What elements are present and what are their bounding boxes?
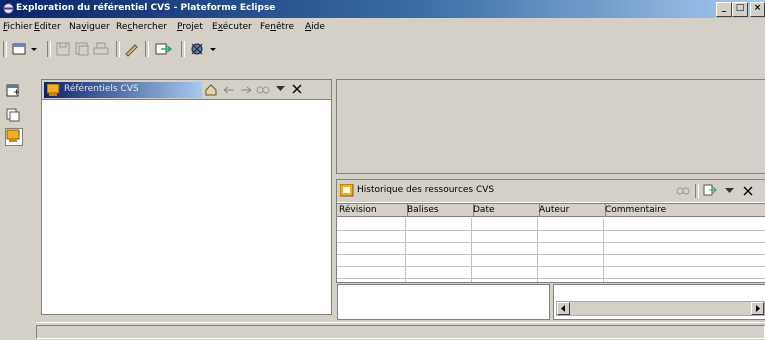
view-menu-button[interactable] <box>276 86 285 92</box>
menu-fenetre[interactable]: Fenêtre <box>260 22 294 32</box>
view-header: Historique des ressources CVS <box>337 180 765 202</box>
menu-naviguer[interactable]: Naviguer <box>69 22 110 32</box>
refresh-button[interactable] <box>703 184 717 197</box>
forward-button[interactable] <box>240 84 252 96</box>
print-icon <box>93 42 109 55</box>
tags-pane[interactable] <box>337 284 550 320</box>
editor-area <box>336 79 765 174</box>
window-title: Exploration du référentiel CVS - Platefo… <box>16 3 276 13</box>
resource-perspective-button[interactable] <box>5 106 21 122</box>
cvs-perspective-button[interactable] <box>5 128 23 146</box>
title-bar[interactable]: Exploration du référentiel CVS - Platefo… <box>0 0 765 18</box>
column-tags[interactable]: Balises <box>405 204 474 217</box>
table-row[interactable] <box>337 278 765 279</box>
menu-aide[interactable]: Aide <box>305 22 325 32</box>
menu-executer[interactable]: Exécuter <box>212 22 252 32</box>
open-perspective-button[interactable] <box>5 83 21 99</box>
column-divider <box>537 218 538 282</box>
perspective-bar <box>0 74 36 340</box>
eclipse-icon <box>3 3 14 14</box>
back-button[interactable] <box>223 84 235 96</box>
save-icon <box>56 42 70 56</box>
main-toolbar <box>0 36 765 71</box>
arrow-right-icon <box>241 86 252 94</box>
table-row[interactable] <box>337 242 765 243</box>
cvs-repositories-view[interactable]: Référentiels CVS <box>41 79 332 315</box>
menu-fichier[interactable]: Fichier <box>3 22 32 32</box>
column-revision[interactable]: Révision <box>337 204 408 217</box>
arrow-right-icon <box>756 305 760 312</box>
close-view-button[interactable] <box>292 84 302 94</box>
link-button[interactable] <box>256 84 270 96</box>
column-author[interactable]: Auteur <box>537 204 606 217</box>
link-icon <box>676 187 690 195</box>
toolbar-grip <box>3 41 7 57</box>
save-button[interactable] <box>54 40 74 58</box>
toolbar-separator <box>116 41 120 57</box>
toolbar-separator <box>181 41 185 57</box>
column-date[interactable]: Date <box>471 204 540 217</box>
cvs-history-view[interactable]: Historique des ressources CVS Révision B… <box>336 179 765 283</box>
chevron-down-icon <box>725 188 734 193</box>
home-button[interactable] <box>205 84 217 96</box>
edit-button[interactable] <box>122 40 142 58</box>
run-icon <box>191 43 216 55</box>
close-view-button[interactable] <box>743 186 753 196</box>
search-button[interactable] <box>153 40 173 58</box>
view-menu-button[interactable] <box>725 188 734 194</box>
menu-editer[interactable]: Editer <box>34 22 61 32</box>
home-icon <box>205 84 217 96</box>
view-title: Référentiels CVS <box>64 84 139 94</box>
maximize-button[interactable]: □ <box>732 2 748 17</box>
view-title: Historique des ressources CVS <box>357 185 495 195</box>
table-row[interactable] <box>337 254 765 255</box>
status-bar <box>36 322 765 340</box>
column-divider <box>603 218 604 282</box>
column-divider <box>405 218 406 282</box>
save-as-icon <box>75 42 89 56</box>
cvs-repository-icon <box>6 129 20 142</box>
refresh-icon <box>703 184 717 196</box>
resource-icon <box>6 108 20 122</box>
close-icon <box>292 84 302 94</box>
view-header: Référentiels CVS <box>42 80 331 100</box>
save-as-button[interactable] <box>73 40 93 58</box>
compare-icon <box>155 43 173 55</box>
print-button[interactable] <box>92 40 112 58</box>
link-icon <box>256 86 270 94</box>
arrow-left-icon <box>223 86 234 94</box>
new-icon <box>12 43 37 55</box>
link-with-editor-button[interactable] <box>676 185 690 197</box>
table-header: Révision Balises Date Auteur Commentaire <box>337 203 765 217</box>
new-wizard-button[interactable] <box>10 40 37 58</box>
close-icon <box>743 186 753 196</box>
cvs-repository-icon <box>47 84 60 96</box>
pencil-icon <box>125 44 138 57</box>
column-divider <box>471 218 472 282</box>
horizontal-scrollbar[interactable] <box>556 301 765 316</box>
toolbar-separator <box>695 184 699 198</box>
menu-projet[interactable]: Projet <box>177 22 203 32</box>
menu-bar: Fichier Editer Naviguer Rechercher Proje… <box>0 19 765 35</box>
minimize-button[interactable]: _ <box>716 2 732 17</box>
toolbar-separator <box>47 41 51 57</box>
scroll-right-button[interactable] <box>751 302 764 315</box>
chevron-down-icon <box>276 86 285 91</box>
history-icon <box>340 184 354 197</box>
status-field <box>36 325 765 339</box>
table-row[interactable] <box>337 230 765 231</box>
tab-cvs-repositories[interactable]: Référentiels CVS <box>44 82 202 98</box>
close-button[interactable]: × <box>750 2 765 17</box>
menu-rechercher[interactable]: Rechercher <box>116 22 167 32</box>
toolbar-separator <box>145 41 149 57</box>
arrow-left-icon <box>561 305 565 312</box>
open-perspective-icon <box>6 84 19 97</box>
run-button[interactable] <box>188 40 216 58</box>
scroll-left-button[interactable] <box>557 302 570 315</box>
column-comment[interactable]: Commentaire <box>603 204 765 217</box>
table-row[interactable] <box>337 266 765 267</box>
